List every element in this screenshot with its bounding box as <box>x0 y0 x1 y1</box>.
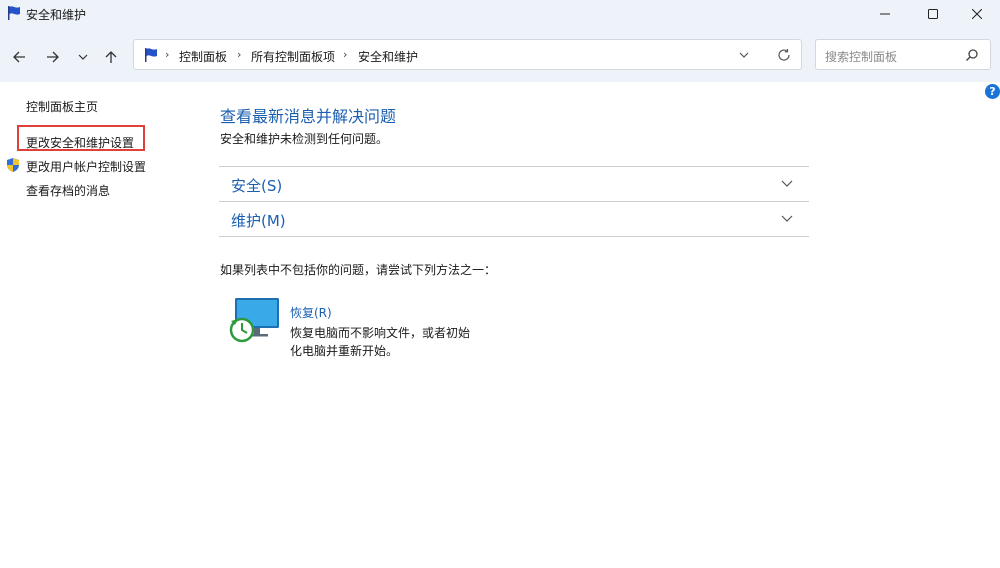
chevron-down-icon <box>78 54 88 60</box>
minimize-button[interactable] <box>862 0 908 28</box>
chevron-down-icon[interactable] <box>738 49 750 61</box>
refresh-icon[interactable] <box>777 48 791 62</box>
close-button[interactable] <box>954 0 1000 28</box>
recent-locations-button[interactable] <box>72 46 94 68</box>
recovery-description: 恢复电脑而不影响文件，或者初始化电脑并重新开始。 <box>290 326 471 358</box>
forward-button[interactable] <box>42 46 64 68</box>
arrow-up-icon <box>105 51 117 63</box>
shield-icon <box>7 158 19 172</box>
up-button[interactable] <box>100 46 122 68</box>
breadcrumb-security-maintenance[interactable]: 安全和维护 <box>358 48 418 65</box>
arrow-left-icon <box>13 51 25 63</box>
window-title: 安全和维护 <box>26 8 87 22</box>
chevron-down-icon[interactable] <box>781 179 793 189</box>
recovery-link[interactable]: 恢复(R) <box>290 304 332 321</box>
address-bar[interactable]: › 控制面板 › 所有控制面板项 › 安全和维护 <box>133 39 802 70</box>
search-icon[interactable] <box>965 48 979 62</box>
section-security-label[interactable]: 安全(S) <box>231 175 282 196</box>
help-icon[interactable]: ? <box>985 84 1000 99</box>
breadcrumb-separator: › <box>343 48 348 61</box>
back-button[interactable] <box>8 46 30 68</box>
sidebar-item-control-panel-home[interactable]: 控制面板主页 <box>26 98 98 115</box>
flag-icon <box>145 48 157 62</box>
navigation-bar: › 控制面板 › 所有控制面板项 › 安全和维护 搜索控制面板 <box>0 28 1000 82</box>
sidebar-item-change-security-settings[interactable]: 更改安全和维护设置 <box>26 134 134 151</box>
breadcrumb-control-panel[interactable]: 控制面板 <box>179 48 227 65</box>
section-security[interactable]: 安全(S) <box>219 166 809 201</box>
arrow-right-icon <box>47 51 59 63</box>
title-bar: 安全和维护 <box>0 0 1000 28</box>
section-divider <box>219 236 809 237</box>
maximize-icon <box>928 9 938 19</box>
breadcrumb-all-items[interactable]: 所有控制面板项 <box>251 48 335 65</box>
section-maintenance-label[interactable]: 维护(M) <box>231 210 286 231</box>
flag-icon <box>8 6 20 20</box>
sidebar-item-view-archived-messages[interactable]: 查看存档的消息 <box>26 182 110 199</box>
close-icon <box>972 9 982 19</box>
sidebar-item-change-uac-settings[interactable]: 更改用户帐户控制设置 <box>26 158 146 175</box>
hint-text: 如果列表中不包括你的问题，请尝试下列方法之一： <box>220 263 497 277</box>
breadcrumb-separator: › <box>165 48 170 61</box>
maximize-button[interactable] <box>910 0 956 28</box>
page-subtitle: 安全和维护未检测到任何问题。 <box>220 132 389 146</box>
chevron-down-icon[interactable] <box>781 214 793 224</box>
breadcrumb-separator: › <box>237 48 242 61</box>
minimize-icon <box>880 13 890 15</box>
page-title: 查看最新消息并解决问题 <box>220 107 397 126</box>
search-box[interactable]: 搜索控制面板 <box>815 39 991 70</box>
search-placeholder[interactable]: 搜索控制面板 <box>825 48 897 65</box>
recovery-icon[interactable] <box>229 297 283 343</box>
section-maintenance[interactable]: 维护(M) <box>219 201 809 236</box>
